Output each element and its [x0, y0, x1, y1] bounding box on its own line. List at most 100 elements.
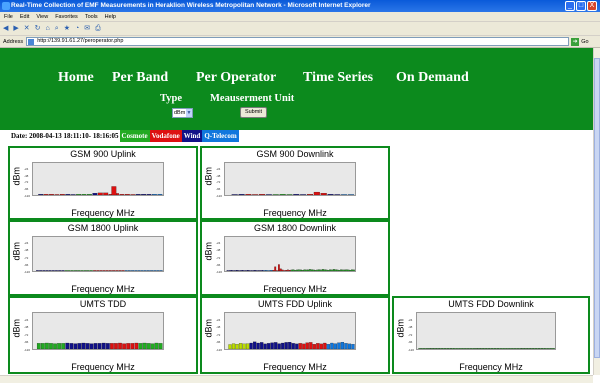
y-axis-label: dBm	[203, 318, 214, 338]
menu-favorites[interactable]: Favorites	[55, 12, 78, 21]
menu-file[interactable]: File	[4, 12, 13, 21]
menu-help[interactable]: Help	[105, 12, 116, 21]
bar-mark	[38, 194, 44, 195]
bar-mark	[326, 344, 330, 349]
y-axis-label: dBm	[11, 166, 22, 186]
address-url: http://139.91.61.27/peroperator.php	[37, 38, 124, 44]
go-button[interactable]: Go	[581, 39, 588, 45]
bar-mark	[457, 348, 460, 349]
mail-icon[interactable]: ✉	[84, 24, 90, 34]
bar-mark	[492, 348, 495, 349]
forward-icon[interactable]: ▶	[13, 24, 18, 34]
bar-mark	[272, 194, 279, 195]
x-axis-label: Frequency MHz	[263, 208, 327, 218]
bar-mark	[453, 348, 455, 349]
bar-mark	[36, 270, 39, 271]
bar-mark	[340, 342, 345, 349]
bar-mark	[427, 348, 430, 349]
nav-per-operator[interactable]: Per Operator	[196, 70, 276, 86]
bar-mark	[450, 348, 452, 349]
bar-mark	[432, 348, 434, 349]
bar-mark	[97, 343, 102, 349]
bar-mark	[124, 270, 128, 271]
nav-per-band[interactable]: Per Band	[112, 70, 168, 86]
bar-mark	[321, 269, 324, 271]
bar-mark	[70, 270, 74, 271]
menu-view[interactable]: View	[36, 12, 48, 21]
go-arrow-icon[interactable]: ➜	[571, 37, 580, 46]
window-title: Real-Time Collection of EMF Measurements…	[11, 2, 371, 9]
nav-home[interactable]: Home	[58, 70, 94, 86]
y-tick-label: -24	[24, 166, 29, 171]
back-icon[interactable]: ◀	[3, 24, 8, 34]
bar-mark	[253, 341, 257, 349]
bar-mark	[126, 343, 130, 349]
bar-mark	[292, 269, 295, 271]
bar-mark	[550, 348, 552, 349]
vertical-scrollbar[interactable]	[593, 48, 600, 375]
bar-mark	[69, 343, 74, 349]
maximize-button[interactable]: □	[576, 1, 586, 11]
history-icon[interactable]: ◔	[75, 24, 79, 34]
menu-tools[interactable]: Tools	[85, 12, 98, 21]
bar-mark	[115, 270, 119, 271]
stop-icon[interactable]: ✕	[24, 24, 30, 34]
x-axis-label: Frequency MHz	[71, 284, 135, 294]
nav-time-series[interactable]: Time Series	[303, 70, 373, 86]
bar-mark	[343, 269, 346, 271]
bar-mark	[250, 270, 253, 271]
bar-mark	[305, 342, 309, 349]
chart-panel-gsm1800-uplink: GSM 1800 Uplink dBm Frequency MHz -24 -48 -72…	[8, 220, 198, 296]
chevron-down-icon: ▼	[186, 109, 192, 117]
minimize-button[interactable]: _	[565, 1, 575, 11]
bar-mark	[93, 343, 98, 349]
bar-mark	[347, 343, 352, 349]
y-tick-label: -48	[408, 325, 413, 330]
bar-mark	[548, 348, 551, 349]
bar-mark	[158, 343, 163, 349]
bar-mark	[245, 194, 252, 195]
bar-mark	[506, 348, 508, 349]
chart-title: UMTS TDD	[79, 299, 127, 309]
close-button[interactable]: X	[587, 1, 597, 11]
menu-edit[interactable]: Edit	[20, 12, 29, 21]
y-tick-label: -120	[24, 270, 31, 274]
submit-button[interactable]: Submit	[240, 107, 267, 118]
favorites-icon[interactable]: ★	[64, 24, 70, 34]
bar-mark	[353, 269, 355, 271]
horizontal-scrollbar[interactable]	[0, 375, 593, 383]
bar-mark	[64, 270, 68, 271]
y-axis-label: dBm	[203, 166, 214, 186]
bar-mark	[351, 269, 353, 271]
bar-mark	[146, 194, 152, 195]
y-axis-label: dBm	[395, 318, 406, 338]
bar-mark	[474, 348, 477, 349]
address-input[interactable]: http://139.91.61.27/peroperator.php	[26, 37, 570, 46]
bar-mark	[41, 343, 45, 349]
nav-on-demand[interactable]: On Demand	[396, 70, 469, 86]
bar-mark	[89, 343, 94, 349]
bar-mark	[300, 194, 307, 195]
bar-mark	[137, 270, 141, 271]
bar-mark	[260, 342, 264, 349]
bar-mark	[429, 348, 431, 349]
bar-mark	[332, 269, 335, 271]
bar-mark	[131, 270, 135, 271]
bar-mark	[418, 348, 420, 349]
bar-mark	[504, 348, 507, 349]
bar-mark	[459, 348, 461, 349]
refresh-icon[interactable]: ↻	[35, 24, 41, 34]
bar-mark	[547, 348, 549, 349]
bar-mark	[276, 270, 278, 271]
bar-mark	[498, 348, 501, 349]
search-icon[interactable]: ⌕	[55, 24, 59, 34]
y-tick-label: -48	[24, 248, 29, 253]
bar-mark	[102, 270, 106, 271]
bar-mark	[312, 344, 316, 349]
bar-mark	[49, 343, 53, 349]
bar-mark	[265, 270, 267, 271]
chart-svg	[418, 348, 555, 349]
type-select[interactable]: dBm ▼	[172, 108, 193, 118]
home-icon[interactable]: ⌂	[46, 24, 50, 34]
print-icon[interactable]: ⎙	[95, 24, 101, 34]
